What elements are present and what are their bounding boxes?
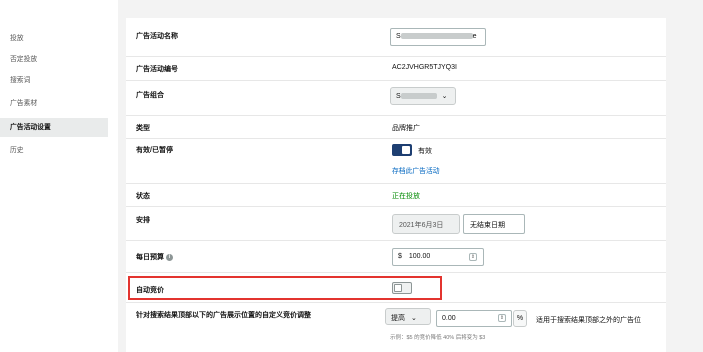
auto-bidding-label: 自动竞价: [136, 287, 164, 294]
bid-adjustment-description: 适用于搜索结果顶部之外的广告位: [536, 317, 641, 324]
daily-budget-value: 100.00: [408, 253, 431, 260]
sidebar-item-creatives[interactable]: 广告素材: [10, 97, 110, 111]
bid-direction-value: 提高: [391, 315, 405, 322]
daily-budget-input[interactable]: $ 100.00 ⇕: [392, 248, 484, 266]
bid-adjustment-example: 示例：$5 的竞价降低 40% 后将变为 $3: [390, 335, 486, 341]
campaign-name-end: e: [472, 33, 477, 40]
type-value: 品牌推广: [392, 125, 420, 132]
bid-adjustment-label: 针对搜索结果顶部以下的广告展示位置的自定义竞价调整: [136, 312, 311, 319]
stepper-icon[interactable]: ⇕: [498, 314, 506, 322]
portfolio-start: S: [396, 93, 401, 100]
campaign-id-label: 广告活动编号: [136, 66, 178, 73]
schedule-label: 安排: [136, 217, 150, 224]
row-divider: [126, 206, 666, 207]
info-icon[interactable]: i: [166, 253, 173, 261]
active-toggle[interactable]: [392, 144, 412, 156]
daily-budget-label: 每日预算 i: [136, 252, 173, 262]
row-divider: [126, 272, 666, 273]
sidebar: 投放 否定投放 搜索词 广告素材 广告活动设置 历史: [0, 0, 118, 352]
row-divider: [126, 138, 666, 139]
status-label: 状态: [136, 193, 150, 200]
sidebar-item-history[interactable]: 历史: [10, 144, 110, 158]
sidebar-item-negative-targeting[interactable]: 否定投放: [10, 53, 110, 67]
active-toggle-label: 有效: [418, 148, 432, 155]
campaign-name-input[interactable]: Se: [390, 28, 486, 46]
campaign-name-start: S: [396, 33, 401, 40]
status-value: 正在投放: [392, 193, 420, 200]
chevron-down-icon: ⌄: [441, 93, 448, 100]
end-date-field[interactable]: 无结束日期: [463, 214, 525, 234]
start-date-field[interactable]: 2021年6月3日: [392, 214, 460, 234]
portfolio-dropdown[interactable]: S ⌄: [390, 87, 456, 105]
chevron-down-icon: ⌄: [410, 315, 417, 322]
sidebar-item-search-terms[interactable]: 搜索词: [10, 74, 110, 88]
bid-adjustment-input[interactable]: 0.00 ⇕: [436, 310, 512, 327]
type-label: 类型: [136, 125, 150, 132]
redacted-text: [400, 93, 437, 100]
row-divider: [126, 302, 666, 303]
sidebar-item-campaign-settings[interactable]: 广告活动设置: [0, 118, 108, 137]
stepper-icon[interactable]: ⇕: [469, 253, 477, 261]
row-divider: [126, 56, 666, 57]
row-divider: [126, 240, 666, 241]
active-paused-label: 有效/已暂停: [136, 147, 173, 154]
bid-direction-dropdown[interactable]: 提高 ⌄: [385, 308, 431, 325]
currency-symbol: $: [398, 253, 402, 260]
bid-adjustment-value: 0.00: [442, 315, 456, 322]
row-divider: [126, 115, 666, 116]
redacted-text: [400, 33, 473, 40]
percent-unit: %: [513, 310, 527, 327]
row-divider: [126, 80, 666, 81]
sidebar-item-targeting[interactable]: 投放: [10, 32, 110, 46]
campaign-id-value: AC2JVHGR5TJYQ3I: [392, 64, 457, 71]
toggle-knob: [402, 146, 410, 154]
campaign-name-label: 广告活动名称: [136, 33, 178, 40]
portfolio-label: 广告组合: [136, 92, 164, 99]
auto-bidding-toggle[interactable]: [392, 282, 412, 294]
daily-budget-text: 每日预算: [136, 254, 164, 261]
archive-campaign-link[interactable]: 存档此广告活动: [392, 165, 440, 175]
toggle-knob: [394, 284, 402, 292]
row-divider: [126, 183, 666, 184]
